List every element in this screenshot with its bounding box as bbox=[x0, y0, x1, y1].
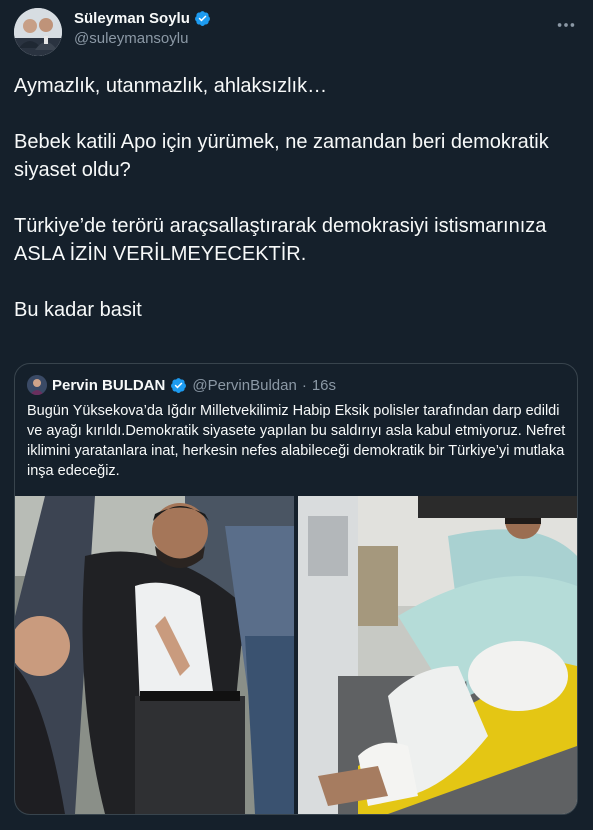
author-display-name[interactable]: Süleyman Soylu bbox=[74, 10, 211, 27]
author-avatar[interactable] bbox=[14, 8, 62, 56]
quoted-tweet-header: Pervin BULDAN @PervinBuldan · 16s bbox=[27, 375, 336, 395]
media-photo-1[interactable] bbox=[15, 496, 294, 814]
quoted-author-avatar bbox=[27, 375, 47, 395]
quoted-separator: · bbox=[301, 376, 307, 394]
quoted-tweet-text: Bugün Yüksekova’da Iğdır Milletvekilimiz… bbox=[27, 403, 566, 479]
quoted-timestamp[interactable]: 16s bbox=[312, 377, 336, 394]
quoted-tweet[interactable]: Pervin BULDAN @PervinBuldan · 16s Bugün … bbox=[14, 363, 578, 815]
quoted-verified-badge-icon bbox=[171, 377, 187, 393]
verified-badge-icon bbox=[194, 11, 210, 26]
tweet-header: Süleyman Soylu @suleymansoylu bbox=[14, 8, 579, 58]
author-name-text: Süleyman Soylu bbox=[74, 10, 190, 27]
quoted-author-name: Pervin BULDAN bbox=[52, 376, 166, 394]
media-photo-2[interactable] bbox=[298, 496, 577, 814]
author-name-block: Süleyman Soylu @suleymansoylu bbox=[74, 10, 211, 47]
tweet-text: Aymazlık, utanmazlık, ahlaksızlık… Bebek… bbox=[14, 75, 549, 321]
author-handle[interactable]: @suleymansoylu bbox=[74, 30, 211, 47]
quoted-media bbox=[15, 496, 577, 814]
more-options-icon[interactable] bbox=[555, 14, 577, 36]
quoted-author-handle: @PervinBuldan bbox=[192, 376, 297, 394]
